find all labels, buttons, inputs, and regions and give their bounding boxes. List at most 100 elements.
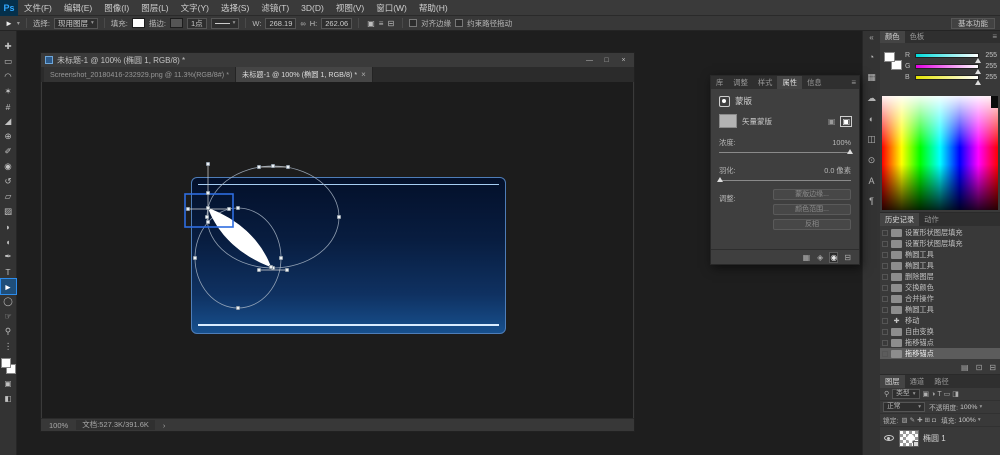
height-field[interactable]: 262.06: [321, 18, 352, 29]
canvas-area[interactable]: [42, 82, 633, 418]
history-item[interactable]: 椭圆工具: [880, 249, 1000, 260]
foreground-background-swatches[interactable]: [1, 358, 16, 374]
photoshop-logo[interactable]: Ps: [0, 0, 18, 16]
filter-type-icon[interactable]: T: [936, 391, 942, 398]
feather-value[interactable]: 0.0 像素: [824, 166, 851, 176]
feather-slider[interactable]: [719, 180, 851, 181]
path-arrangement-icon[interactable]: ⊟: [385, 19, 396, 28]
history-item[interactable]: 设置形状图层填充: [880, 227, 1000, 238]
width-field[interactable]: 268.19: [265, 18, 296, 29]
align-edges-checkbox[interactable]: [409, 19, 417, 27]
crop-tool[interactable]: #: [1, 99, 16, 114]
properties-tab-0[interactable]: 库: [711, 76, 728, 89]
lock-artboard-icon[interactable]: ⊞: [924, 417, 931, 424]
menu-item-6[interactable]: 滤镜(T): [255, 0, 295, 16]
anchor-point[interactable]: [269, 265, 272, 268]
tool-preset-chevron-icon[interactable]: ▾: [17, 20, 20, 27]
menu-item-9[interactable]: 窗口(W): [370, 0, 413, 16]
history-snapshot-box[interactable]: [882, 230, 888, 236]
slider-thumb-icon[interactable]: [717, 177, 723, 182]
filter-smart-object-icon[interactable]: ◨: [951, 391, 960, 398]
color-tab-0[interactable]: 颜色: [880, 30, 905, 43]
history-item[interactable]: 椭圆工具: [880, 304, 1000, 315]
history-item[interactable]: 椭圆工具: [880, 260, 1000, 271]
libraries-icon[interactable]: ☁: [867, 93, 876, 104]
anchor-point[interactable]: [285, 268, 288, 271]
history-item[interactable]: ✚移动: [880, 315, 1000, 326]
history-item[interactable]: 设置形状图层填充: [880, 238, 1000, 249]
shape-tool[interactable]: ◯: [1, 294, 16, 309]
color-tab-1[interactable]: 色板: [905, 30, 930, 43]
eyedropper-tool[interactable]: ◢: [1, 114, 16, 129]
anchor-point[interactable]: [337, 215, 340, 218]
stroke-swatch[interactable]: [170, 18, 183, 28]
history-item[interactable]: 拖移锚点: [880, 337, 1000, 348]
history-item[interactable]: 自由变换: [880, 326, 1000, 337]
brush-tool[interactable]: ✐: [1, 144, 16, 159]
workspace-switcher[interactable]: 基本功能: [951, 18, 995, 29]
anchor-point[interactable]: [236, 306, 239, 309]
close-tab-icon[interactable]: ×: [361, 70, 366, 79]
history-item[interactable]: 拖移锚点: [880, 348, 1000, 359]
channel-slider[interactable]: [915, 53, 979, 58]
history-snapshot-box[interactable]: [882, 263, 888, 269]
document-tab-1[interactable]: Screenshot_20180416-232929.png @ 11.3%(R…: [44, 67, 236, 82]
type-tool[interactable]: T: [1, 264, 16, 279]
menu-item-4[interactable]: 文字(Y): [175, 0, 215, 16]
history-snapshot-box[interactable]: [882, 274, 888, 280]
menu-item-5[interactable]: 选择(S): [215, 0, 255, 16]
history-item[interactable]: 删除图层: [880, 271, 1000, 282]
lock-position-icon[interactable]: ✚: [916, 417, 923, 424]
stroke-type-dropdown[interactable]: ▾: [211, 18, 240, 29]
lock-image-icon[interactable]: ✎: [909, 417, 916, 424]
layer-thumbnail[interactable]: [899, 430, 919, 447]
eraser-tool[interactable]: ▱: [1, 189, 16, 204]
anchor-point[interactable]: [206, 191, 209, 194]
history-snapshot-box[interactable]: [882, 296, 888, 302]
minimize-button[interactable]: —: [583, 57, 596, 64]
history-snapshot-box[interactable]: [882, 351, 888, 357]
document-titlebar[interactable]: 未标题-1 @ 100% (椭圆 1, RGB/8) * — □ ×: [41, 53, 634, 67]
opacity-value[interactable]: 100%: [960, 404, 977, 411]
path-selection-tool[interactable]: ►: [1, 279, 16, 294]
menu-item-10[interactable]: 帮助(H): [413, 0, 454, 16]
anchor-point[interactable]: [279, 256, 282, 259]
stroke-width-field[interactable]: 1点: [187, 18, 207, 29]
lock-all-icon[interactable]: ◘: [931, 417, 937, 424]
fill-swatch[interactable]: [132, 18, 145, 28]
move-tool[interactable]: ✚: [1, 39, 16, 54]
slider-thumb-icon[interactable]: [975, 58, 981, 63]
layers-tab-1[interactable]: 通道: [905, 375, 930, 388]
apply-mask-icon[interactable]: ◈: [817, 253, 823, 262]
zoom-tool[interactable]: ⚲: [1, 324, 16, 339]
menu-item-1[interactable]: 编辑(E): [58, 0, 98, 16]
pen-tool[interactable]: ✒: [1, 249, 16, 264]
quick-mask-icon[interactable]: ▣: [1, 376, 16, 391]
slider-thumb-icon[interactable]: [975, 80, 981, 85]
anchor-point[interactable]: [236, 206, 239, 209]
density-value[interactable]: 100%: [832, 138, 851, 148]
paragraph-icon[interactable]: ¶: [869, 196, 874, 206]
filter-shape-icon[interactable]: ▭: [943, 391, 952, 398]
clone-source-icon[interactable]: ◐: [869, 114, 874, 124]
filter-search-icon[interactable]: ⚲: [883, 390, 890, 398]
menu-item-8[interactable]: 视图(V): [330, 0, 370, 16]
history-tab-1[interactable]: 动作: [919, 213, 944, 226]
character-icon[interactable]: A: [868, 176, 874, 186]
mask-refine-button-2[interactable]: 反相: [773, 219, 851, 230]
histogram-icon[interactable]: ▦: [867, 72, 876, 83]
anchor-point[interactable]: [257, 268, 260, 271]
delete-state-icon[interactable]: ⊟: [989, 363, 996, 372]
new-document-from-state-icon[interactable]: ▤: [961, 363, 969, 372]
anchor-point[interactable]: [205, 215, 208, 218]
petal-shape[interactable]: [208, 208, 271, 267]
anchor-point[interactable]: [286, 165, 289, 168]
edit-toolbar-icon[interactable]: ⋮: [1, 339, 16, 354]
close-button[interactable]: ×: [617, 57, 630, 64]
anchor-point[interactable]: [227, 207, 230, 210]
gradient-tool[interactable]: ▨: [1, 204, 16, 219]
mask-refine-button-1[interactable]: 颜色范围...: [773, 204, 851, 215]
clone-stamp-tool[interactable]: ◉: [1, 159, 16, 174]
anchor-point[interactable]: [257, 165, 260, 168]
collapse-panels-icon[interactable]: «: [869, 33, 873, 42]
